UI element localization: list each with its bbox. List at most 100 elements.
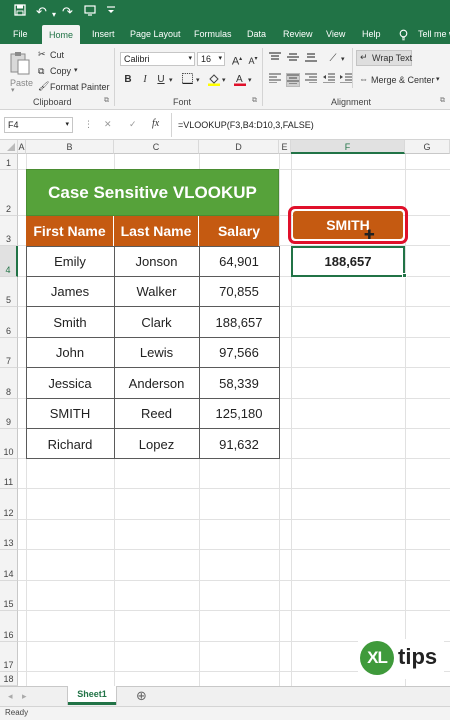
column-header-g[interactable]: G (405, 140, 450, 154)
cut-button[interactable]: Cut (50, 50, 64, 60)
align-center-icon[interactable] (286, 73, 300, 87)
row-header[interactable]: 9 (0, 399, 18, 429)
orientation-icon[interactable]: ⟋ (326, 52, 340, 66)
table-cell[interactable]: Emily (26, 246, 114, 276)
name-box[interactable]: F4 ▾ (4, 117, 73, 133)
wrap-text-button[interactable]: ↵ Wrap Text (356, 50, 412, 66)
table-cell[interactable]: 58,339 (199, 368, 279, 398)
table-cell[interactable]: Reed (114, 398, 199, 428)
table-cell[interactable]: 125,180 (199, 398, 279, 428)
font-color-dropdown-icon[interactable]: ▾ (248, 76, 252, 84)
align-right-icon[interactable] (304, 73, 318, 87)
tab-page-layout[interactable]: Page Layout (130, 24, 181, 44)
bold-button[interactable]: B (121, 73, 135, 87)
row-header[interactable]: 6 (0, 307, 18, 338)
header-last-name[interactable]: Last Name (114, 216, 199, 246)
table-cell[interactable]: 91,632 (199, 429, 279, 459)
merge-center-button[interactable]: ⇔ Merge & Center ▾ (356, 72, 444, 88)
fill-color-icon[interactable] (207, 73, 221, 87)
row-header[interactable]: 17 (0, 642, 18, 672)
paste-dropdown-icon[interactable]: ▾ (11, 86, 15, 94)
table-title[interactable]: Case Sensitive VLOOKUP (26, 169, 279, 216)
align-middle-icon[interactable] (286, 52, 300, 66)
row-header[interactable]: 11 (0, 459, 18, 489)
tab-insert[interactable]: Insert (92, 24, 115, 44)
underline-dropdown-icon[interactable]: ▾ (169, 76, 173, 84)
column-header-b[interactable]: B (26, 140, 114, 154)
scroll-sheets-right-icon[interactable]: ▸ (22, 691, 27, 702)
save-icon[interactable] (14, 4, 26, 20)
tell-me-search[interactable]: Tell me w (418, 24, 450, 44)
table-cell[interactable]: Smith (26, 307, 114, 337)
formula-input[interactable]: =VLOOKUP(F3,B4:D10,3,FALSE) (178, 120, 314, 130)
table-cell[interactable]: James (26, 276, 114, 306)
table-cell[interactable]: Lewis (114, 337, 199, 367)
undo-icon[interactable]: ↶ (36, 4, 47, 20)
table-cell[interactable]: Jessica (26, 368, 114, 398)
table-cell[interactable]: Anderson (114, 368, 199, 398)
table-cell[interactable]: SMITH (26, 398, 114, 428)
font-launcher-icon[interactable]: ⧉ (252, 97, 257, 105)
increase-font-size-icon[interactable]: A▴ (230, 52, 244, 68)
fill-color-dropdown-icon[interactable]: ▾ (222, 76, 226, 84)
decrease-font-size-icon[interactable]: A▾ (246, 52, 260, 66)
table-cell[interactable]: Clark (114, 307, 199, 337)
row-header[interactable]: 5 (0, 277, 18, 307)
row-header[interactable]: 13 (0, 520, 18, 550)
cancel-formula-button[interactable]: ✕ (104, 119, 112, 130)
tab-home[interactable]: Home (42, 25, 81, 44)
table-cell[interactable]: Richard (26, 429, 114, 459)
tab-data[interactable]: Data (247, 24, 266, 44)
borders-dropdown-icon[interactable]: ▾ (196, 76, 200, 84)
table-cell[interactable]: 188,657 (199, 307, 279, 337)
header-first-name[interactable]: First Name (26, 216, 114, 246)
lookup-value-cell[interactable]: SMITH (293, 211, 403, 239)
lightbulb-icon[interactable] (399, 24, 408, 44)
table-cell[interactable]: 70,855 (199, 276, 279, 306)
tab-help[interactable]: Help (362, 24, 381, 44)
column-header-e[interactable]: E (279, 140, 291, 154)
table-cell[interactable]: Walker (114, 276, 199, 306)
orientation-dropdown-icon[interactable]: ▾ (341, 55, 345, 63)
font-color-icon[interactable]: A (233, 73, 247, 87)
scroll-sheets-left-icon[interactable]: ◂ (8, 691, 13, 702)
table-cell[interactable]: John (26, 337, 114, 367)
worksheet-grid[interactable]: A B C D E F G 1 2 3 4 5 6 7 8 9 10 11 12… (0, 140, 450, 686)
column-header-f[interactable]: F (291, 140, 405, 154)
align-top-icon[interactable] (268, 52, 282, 66)
table-cell[interactable]: Jonson (114, 246, 199, 276)
select-all-corner[interactable] (0, 140, 18, 154)
underline-button[interactable]: U (154, 73, 168, 87)
table-cell[interactable]: 64,901 (199, 246, 279, 276)
fill-handle[interactable] (402, 273, 407, 278)
tab-view[interactable]: View (326, 24, 345, 44)
enter-formula-button[interactable]: ✓ (129, 119, 137, 130)
decrease-indent-icon[interactable] (322, 73, 336, 87)
copy-dropdown-icon[interactable]: ▾ (74, 66, 78, 74)
column-header-d[interactable]: D (199, 140, 279, 154)
clipboard-launcher-icon[interactable]: ⧉ (104, 97, 109, 105)
row-header[interactable]: 10 (0, 429, 18, 459)
result-cell[interactable]: 188,657 (291, 246, 405, 277)
new-sheet-button[interactable]: ⊕ (136, 688, 147, 704)
align-bottom-icon[interactable] (304, 52, 318, 66)
row-header[interactable]: 3 (0, 216, 18, 246)
row-header[interactable]: 16 (0, 611, 18, 642)
font-size-dropdown[interactable]: 16 ▾ (197, 52, 225, 66)
row-header[interactable]: 14 (0, 550, 18, 581)
borders-icon[interactable] (180, 73, 194, 87)
alignment-launcher-icon[interactable]: ⧉ (440, 97, 445, 105)
row-header[interactable]: 18 (0, 672, 18, 686)
touch-mode-icon[interactable] (84, 4, 96, 20)
tab-formulas[interactable]: Formulas (194, 24, 232, 44)
row-header[interactable]: 8 (0, 368, 18, 399)
row-header[interactable]: 4 (0, 246, 18, 277)
tab-review[interactable]: Review (283, 24, 313, 44)
table-cell[interactable]: Lopez (114, 429, 199, 459)
increase-indent-icon[interactable] (339, 73, 353, 87)
sheet-tab-sheet1[interactable]: Sheet1 (68, 686, 116, 705)
row-header[interactable]: 15 (0, 581, 18, 611)
format-painter-button[interactable]: Format Painter (50, 82, 110, 92)
insert-function-button[interactable]: fx (152, 118, 159, 129)
copy-button[interactable]: Copy (50, 66, 71, 76)
